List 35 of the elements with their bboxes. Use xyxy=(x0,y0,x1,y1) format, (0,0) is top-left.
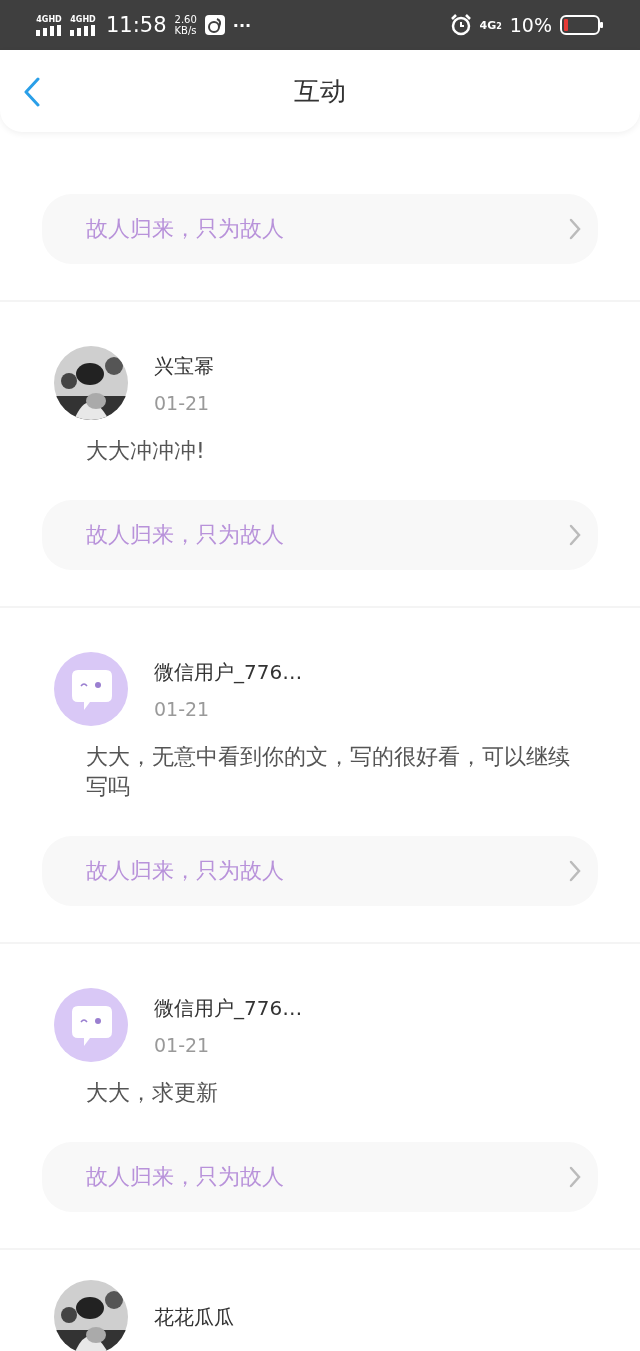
network-label: 4GHD xyxy=(36,14,62,24)
comment-date: 01-21 xyxy=(154,1033,211,1056)
comment-text: 大大，求更新 xyxy=(86,1079,219,1107)
app-icon xyxy=(204,15,225,35)
network-label: 2 xyxy=(496,21,502,31)
comment-text: 大大冲冲冲! xyxy=(86,437,206,465)
user-name: 微信用户_776… xyxy=(154,658,303,686)
back-icon xyxy=(22,77,42,107)
story-link[interactable]: 故人归来，只为故人 xyxy=(42,500,598,570)
comment-date: 01-21 xyxy=(154,697,211,720)
user-name: 花花瓜瓜 xyxy=(154,1303,234,1331)
signal-icon xyxy=(70,24,96,36)
back-button[interactable] xyxy=(22,77,42,107)
comment-date: 01-21 xyxy=(154,391,211,414)
story-link[interactable]: 故人归来，只为故人 xyxy=(42,836,598,906)
story-link[interactable]: 故人归来，只为故人 xyxy=(42,1142,598,1212)
user-name: 兴宝幂 xyxy=(154,352,214,380)
chevron-icon xyxy=(568,218,582,240)
chevron-icon xyxy=(568,524,582,546)
signal-icon xyxy=(36,24,62,36)
chevron-icon xyxy=(568,860,582,882)
story-link[interactable]: 故人归来，只为故人 xyxy=(42,194,598,264)
user-name: 微信用户_776… xyxy=(154,994,303,1022)
comment-text: 大大，无意中看到你的文，写的很好看，可以继续写吗 xyxy=(86,743,571,801)
chevron-icon xyxy=(568,1166,582,1188)
alarm-icon xyxy=(449,14,472,36)
network-label: 4G xyxy=(479,18,497,32)
battery-icon xyxy=(560,15,604,35)
more-dots: ··· xyxy=(232,15,252,35)
speed-value: 2.60 xyxy=(174,14,197,25)
network-label: 4GHD xyxy=(70,14,96,24)
speed-unit: KB/s xyxy=(174,25,197,36)
battery-percent: 10% xyxy=(509,14,552,36)
page-title: 互动 xyxy=(294,74,346,108)
clock: 11:58 xyxy=(106,13,167,37)
